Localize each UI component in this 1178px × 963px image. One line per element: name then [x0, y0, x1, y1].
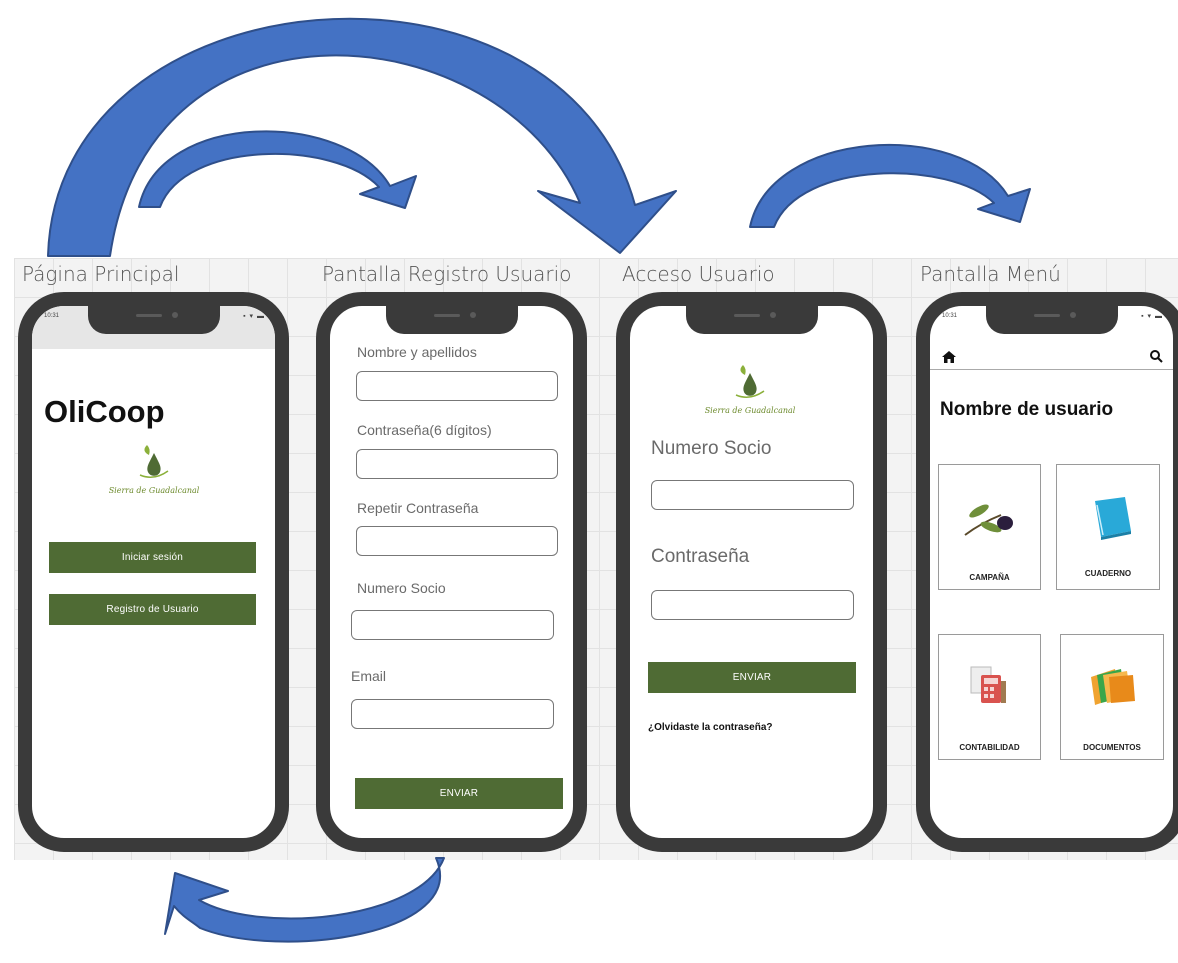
arrow-home-to-login — [47, 17, 677, 257]
arrow-login-to-menu — [749, 143, 1031, 228]
arrow-home-to-register — [138, 130, 417, 209]
arrow-register-to-home — [164, 857, 445, 943]
flow-arrows — [47, 17, 1031, 943]
